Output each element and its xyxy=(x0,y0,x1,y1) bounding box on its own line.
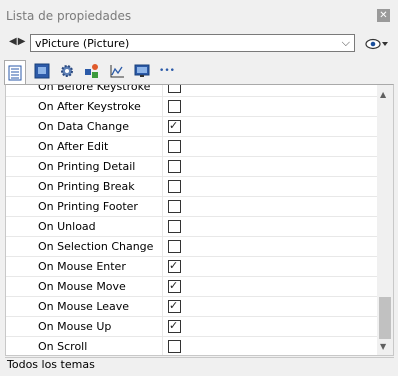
property-label: On Before Keystroke xyxy=(6,85,163,97)
shapes-icon xyxy=(85,64,98,78)
property-value: ✓ xyxy=(163,297,378,317)
gear-icon xyxy=(61,65,73,77)
checkmark-icon: ✓ xyxy=(169,318,179,332)
more-button[interactable]: ••• xyxy=(156,60,178,82)
settings-button[interactable] xyxy=(56,60,78,82)
scroll-thumb[interactable] xyxy=(379,297,391,339)
property-value: ✓ xyxy=(163,257,378,277)
object-icon xyxy=(34,63,50,79)
property-label: On Selection Change xyxy=(6,236,163,257)
property-row[interactable]: On Mouse Up ✓ xyxy=(6,316,378,337)
property-row[interactable]: On After Keystroke ✓ xyxy=(6,96,378,117)
nav-arrows-icon[interactable]: ◀▶ xyxy=(9,36,26,47)
property-row[interactable]: On Mouse Leave ✓ xyxy=(6,296,378,317)
window-title: Lista de propiedades xyxy=(6,9,132,23)
property-checkbox[interactable]: ✓ xyxy=(168,339,181,353)
property-value: ✓ xyxy=(163,237,378,257)
checkmark-icon: ✓ xyxy=(169,278,179,292)
property-rows: On Before Keystroke✓On After Keystroke✓O… xyxy=(6,85,378,356)
view-options-button[interactable] xyxy=(364,35,390,53)
property-checkbox[interactable]: ✓ xyxy=(168,159,181,173)
property-toolbar: ••• xyxy=(4,60,394,85)
property-label: On Mouse Enter xyxy=(6,256,163,277)
property-label: On After Edit xyxy=(6,136,163,157)
property-value: ✓ xyxy=(163,317,378,337)
list-view-button[interactable] xyxy=(4,60,26,85)
property-checkbox[interactable]: ✓ xyxy=(168,318,181,333)
property-row[interactable]: On Printing Footer ✓ xyxy=(6,196,378,217)
object-button[interactable] xyxy=(31,60,53,82)
object-dropdown[interactable]: vPicture (Picture) ⌵ xyxy=(30,34,355,52)
property-value: ✓ xyxy=(163,157,378,177)
property-checkbox[interactable]: ✓ xyxy=(168,118,181,133)
property-row[interactable]: On Mouse Move ✓ xyxy=(6,276,378,297)
property-row[interactable]: On After Edit ✓ xyxy=(6,136,378,157)
title-bar: Lista de propiedades ✕ xyxy=(0,0,398,30)
checkmark-icon: ✓ xyxy=(169,118,179,132)
property-label: On Unload xyxy=(6,216,163,237)
status-text[interactable]: Todos los temas xyxy=(7,358,95,371)
status-bar: Todos los temas xyxy=(5,357,394,374)
property-checkbox[interactable]: ✓ xyxy=(168,239,181,253)
eye-icon xyxy=(365,38,388,50)
property-checkbox[interactable]: ✓ xyxy=(168,85,181,93)
property-value: ✓ xyxy=(163,337,378,356)
property-value: ✓ xyxy=(163,277,378,297)
property-row[interactable]: On Data Change ✓ xyxy=(6,116,378,137)
property-checkbox[interactable]: ✓ xyxy=(168,99,181,113)
property-value: ✓ xyxy=(163,217,378,237)
property-row[interactable]: On Printing Break ✓ xyxy=(6,176,378,197)
display-icon xyxy=(134,64,150,77)
close-icon: ✕ xyxy=(379,10,388,21)
property-value: ✓ xyxy=(163,85,378,97)
chart-icon xyxy=(110,65,124,78)
property-label: On Printing Break xyxy=(6,176,163,197)
property-label: On Mouse Up xyxy=(6,316,163,337)
property-checkbox[interactable]: ✓ xyxy=(168,219,181,233)
property-checkbox[interactable]: ✓ xyxy=(168,199,181,213)
property-checkbox[interactable]: ✓ xyxy=(168,258,181,273)
property-row[interactable]: On Printing Detail ✓ xyxy=(6,156,378,177)
close-button[interactable]: ✕ xyxy=(377,9,390,22)
object-dropdown-value: vPicture (Picture) xyxy=(35,37,130,50)
property-value: ✓ xyxy=(163,97,378,117)
property-label: On Scroll xyxy=(6,336,163,355)
more-icon: ••• xyxy=(159,66,175,76)
chart-button[interactable] xyxy=(106,60,128,82)
property-label: On Mouse Leave xyxy=(6,296,163,317)
property-row[interactable]: On Before Keystroke ✓ xyxy=(6,85,378,97)
list-icon xyxy=(8,65,22,81)
property-row[interactable]: On Unload ✓ xyxy=(6,216,378,237)
property-label: On Mouse Move xyxy=(6,276,163,297)
property-checkbox[interactable]: ✓ xyxy=(168,139,181,153)
scroll-down-icon[interactable]: ▼ xyxy=(380,342,386,351)
property-value: ✓ xyxy=(163,137,378,157)
vertical-scrollbar[interactable]: ▲ ▼ xyxy=(377,85,393,355)
chevron-down-icon: ⌵ xyxy=(341,36,350,49)
property-row[interactable]: On Mouse Enter ✓ xyxy=(6,256,378,277)
property-label: On After Keystroke xyxy=(6,96,163,117)
property-grid: On Before Keystroke✓On After Keystroke✓O… xyxy=(5,84,394,356)
property-value: ✓ xyxy=(163,117,378,137)
display-button[interactable] xyxy=(131,60,153,82)
property-checkbox[interactable]: ✓ xyxy=(168,179,181,193)
shapes-button[interactable] xyxy=(81,60,103,82)
property-value: ✓ xyxy=(163,177,378,197)
property-row[interactable]: On Selection Change ✓ xyxy=(6,236,378,257)
scroll-up-icon[interactable]: ▲ xyxy=(380,90,386,99)
property-row[interactable]: On Scroll ✓ xyxy=(6,336,378,356)
object-selector-row: ◀▶ vPicture (Picture) ⌵ xyxy=(0,33,398,55)
property-label: On Printing Footer xyxy=(6,196,163,217)
property-checkbox[interactable]: ✓ xyxy=(168,278,181,293)
checkmark-icon: ✓ xyxy=(169,298,179,312)
property-value: ✓ xyxy=(163,197,378,217)
property-checkbox[interactable]: ✓ xyxy=(168,298,181,313)
property-label: On Printing Detail xyxy=(6,156,163,177)
property-label: On Data Change xyxy=(6,116,163,137)
checkmark-icon: ✓ xyxy=(169,258,179,272)
